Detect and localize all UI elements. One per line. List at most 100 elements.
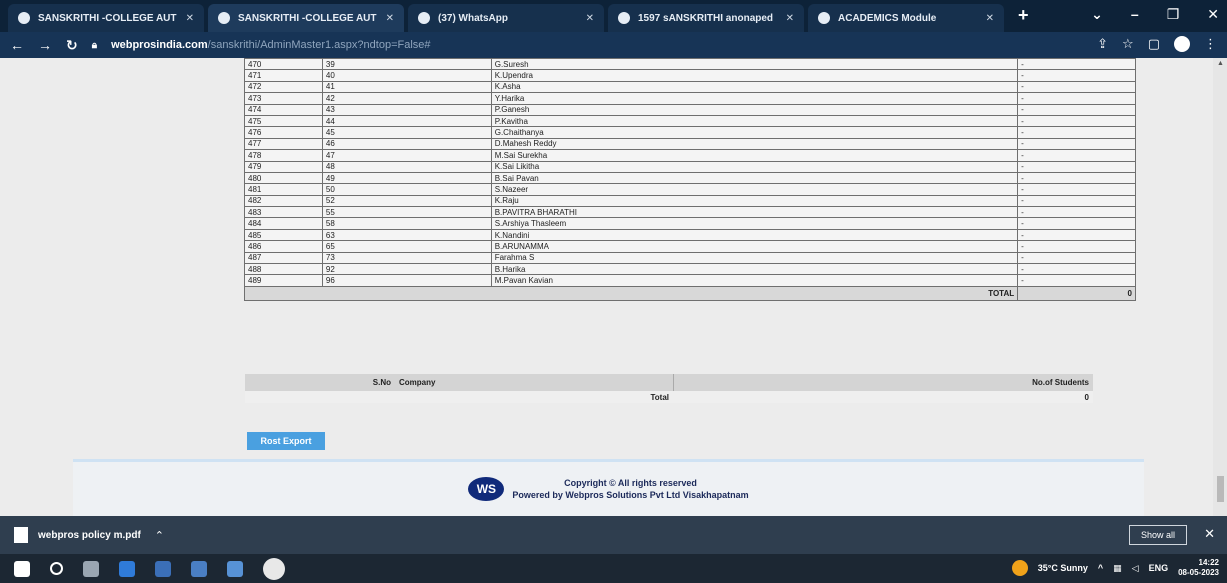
value-cell: - [1017,80,1136,94]
roll-cell: 65 [321,240,492,253]
name-cell: B.PAVITRA BHARATHI [490,206,1019,219]
network-icon[interactable]: ▦ [1113,563,1122,574]
value-cell: - [1017,92,1136,105]
close-download-bar-icon[interactable]: ✕ [1204,526,1215,542]
volume-icon[interactable]: ◁ [1132,563,1139,574]
value-cell: - [1017,217,1136,230]
tab-search-icon[interactable]: ⌄ [1091,6,1103,23]
forward-arrow-icon[interactable]: → [38,37,52,53]
tab-close-icon[interactable]: ✕ [586,13,594,24]
task-view-icon[interactable] [83,560,99,577]
site-favicon-icon [818,12,830,24]
page-content: 470 39 G.Suresh -471 40 K.Upendra -472 41 K.Asha… [0,58,1227,516]
sno-cell: 482 [244,194,323,208]
name-cell: D.Mahesh Reddy [490,137,1019,151]
menu-kebab-icon[interactable]: ⋮ [1204,36,1217,52]
windows-start-icon[interactable] [14,560,30,577]
lock-icon[interactable]: 🔒︎ [92,40,97,51]
address-bar[interactable]: webprosindia.com/sanskrithi/AdminMaster1… [111,39,430,51]
table-row: 486 65 B.ARUNAMMA - [244,240,1136,253]
table-row: 470 39 G.Suresh - [244,58,1136,71]
tab-close-icon[interactable]: ✕ [386,13,394,24]
table-row: 479 48 K.Sai Likitha - [244,160,1136,173]
share-icon[interactable]: ⇪ [1097,36,1108,52]
tray-chevron-icon[interactable]: ^ [1098,563,1103,573]
language-indicator[interactable]: ENG [1149,563,1169,573]
browser-tab[interactable]: SANSKRITHI -COLLEGE AUT ✕ [8,4,204,32]
system-tray: 35°C Sunny ^ ▦ ◁ ENG 14:22 08-05-2023 [1011,558,1219,578]
name-cell: K.Sai Likitha [490,160,1019,173]
browser-tab[interactable]: 1597 sANSKRITHI anonaped ✕ [608,4,804,32]
sno-cell: 475 [244,114,323,128]
page-footer: WS Copyright © All rights reserved Power… [73,459,1144,516]
company-total-row: Total 0 [245,391,1093,403]
sno-cell: 470 [244,58,323,71]
table-row: 477 46 D.Mahesh Reddy - [244,137,1136,151]
name-cell: Farahma S [490,251,1019,265]
roll-cell: 63 [321,228,492,242]
chrome-icon[interactable] [263,557,285,580]
back-arrow-icon[interactable]: ← [10,37,24,53]
browser-tab-active[interactable]: SANSKRITHI -COLLEGE AUT ✕ [208,4,404,32]
weather-text[interactable]: 35°C Sunny [1038,563,1088,573]
maximize-icon[interactable]: ❐ [1167,6,1180,23]
page-scrollbar[interactable]: ▲ [1213,58,1227,516]
download-file-name[interactable]: webpros policy m.pdf [38,530,141,541]
tab-close-icon[interactable]: ✕ [186,13,194,24]
scrollbar-thumb[interactable] [1217,476,1224,502]
table-row: 473 42 Y.Harika - [244,92,1136,105]
mail-icon[interactable] [155,560,171,577]
site-favicon-icon [618,12,630,24]
show-all-button[interactable]: Show all [1129,525,1187,545]
tab-close-icon[interactable]: ✕ [986,13,994,24]
value-cell: - [1017,137,1136,151]
roll-cell: 47 [321,149,492,162]
name-cell: K.Raju [490,194,1019,208]
tab-title: 1597 sANSKRITHI anonaped [638,12,774,24]
roll-cell: 92 [321,263,492,276]
tab-title: ACADEMICS Module [838,12,937,24]
browser-tab[interactable]: (37) WhatsApp ✕ [408,4,604,32]
store-icon[interactable] [191,560,207,577]
name-cell: Y.Harika [490,92,1019,105]
minimize-icon[interactable]: – [1131,6,1139,23]
scroll-up-icon[interactable]: ▲ [1217,60,1224,67]
close-window-icon[interactable]: ✕ [1207,6,1219,23]
name-cell: G.Chaithanya [490,126,1019,139]
browser-tab[interactable]: ACADEMICS Module ✕ [808,4,1004,32]
tab-close-icon[interactable]: ✕ [786,13,794,24]
export-button[interactable]: Rost Export [247,432,325,450]
total-row: TOTAL 0 [243,285,1136,301]
sno-cell: 481 [244,183,323,196]
table-row: 489 96 M.Pavan Kavian - [244,274,1136,287]
value-cell: - [1017,69,1136,82]
value-cell: - [1017,160,1136,173]
file-explorer-icon[interactable] [227,560,243,577]
sno-cell: 487 [244,251,323,265]
pdf-file-icon [14,527,28,543]
profile-avatar-icon[interactable] [1174,36,1190,52]
webpros-logo: WS [468,477,505,501]
table-row: 484 58 S.Arshiya Thasleem - [244,217,1136,230]
name-cell: K.Nandini [490,228,1019,242]
sidebar-icon[interactable]: ▢ [1148,36,1160,52]
value-cell: - [1017,251,1136,265]
clock-date: 08-05-2023 [1178,568,1219,577]
search-icon[interactable] [50,562,63,575]
weather-sun-icon[interactable] [1011,560,1028,576]
sno-cell: 484 [244,217,323,230]
chevron-up-icon[interactable]: ⌃ [155,529,164,542]
new-tab-button[interactable]: + [1018,5,1029,26]
bookmark-star-icon[interactable]: ☆ [1122,36,1134,52]
url-path: /sanskrithi/AdminMaster1.aspx?ndtop=Fals… [207,39,431,51]
reload-icon[interactable]: ↻ [66,37,78,54]
company-table: S.No Company No.of Students Total 0 [245,374,1093,403]
name-cell: P.Kavitha [490,114,1019,128]
clock-time: 14:22 [1198,558,1219,567]
clock[interactable]: 14:22 08-05-2023 [1178,558,1219,578]
edge-browser-icon[interactable] [119,560,135,577]
download-bar: webpros policy m.pdf ⌃ Show all ✕ [0,516,1227,554]
name-cell: P.Ganesh [490,103,1019,116]
table-row: 482 52 K.Raju - [244,194,1136,208]
whatsapp-favicon-icon [418,12,430,24]
